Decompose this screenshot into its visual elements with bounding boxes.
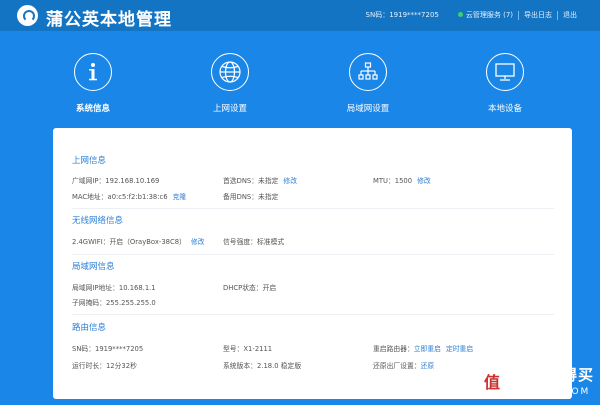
section-divider — [72, 254, 554, 255]
mac-row: MAC地址：a0:c5:f2:b1:38:c6 克隆 — [72, 191, 186, 201]
restart-now-link[interactable]: 立即重启 — [414, 345, 441, 353]
system-info-panel: 上网信息 广域网IP：192.168.10.169 首选DNS：未指定 修改 MT… — [53, 128, 572, 399]
mac-value: MAC地址：a0:c5:f2:b1:38:c6 — [72, 193, 168, 201]
wifi-edit-link[interactable]: 修改 — [191, 238, 205, 246]
cloud-service-link[interactable]: 云管理服务 (7) — [453, 10, 518, 20]
section-title-lan: 局域网信息 — [72, 262, 115, 272]
uptime-value: 运行时长：12分32秒 — [72, 362, 137, 370]
signal-strength-value: 信号强度：标准模式 — [223, 238, 285, 246]
dns-primary-edit-link[interactable]: 修改 — [283, 177, 297, 185]
watermark: 值 什么值得买 SMZDM.COM — [475, 364, 594, 397]
wifi-row: 2.4GWIFI：开启（OrayBox-38C8） 修改 — [72, 236, 204, 246]
nav-label: 上网设置 — [212, 104, 247, 114]
dns-primary-value: 首选DNS：未指定 — [223, 177, 279, 185]
export-log-link[interactable]: 导出日志 — [519, 10, 557, 20]
section-divider — [72, 314, 554, 315]
mac-clone-link[interactable]: 克隆 — [173, 193, 187, 201]
watermark-text-cn: 什么值得买 — [513, 366, 594, 384]
factory-reset-label: 还原出厂设置： — [373, 362, 421, 370]
section-title-router: 路由信息 — [72, 323, 107, 333]
dns-backup-value: 备用DNS：未指定 — [223, 193, 279, 201]
app-logo — [17, 5, 38, 26]
network-tree-icon — [349, 53, 387, 91]
mtu-value: MTU：1500 — [373, 177, 413, 185]
section-title-internet: 上网信息 — [72, 156, 107, 166]
section-divider — [72, 208, 554, 209]
wan-ip-value: 广域网IP：192.168.10.169 — [72, 177, 160, 185]
cloud-service-label: 云管理服务 (7) — [465, 11, 513, 19]
nav-label: 局域网设置 — [346, 104, 390, 114]
monitor-icon — [486, 53, 524, 91]
router-sn-value: SN码：1919****7205 — [72, 345, 144, 353]
nav-item-local-devices[interactable]: 本地设备 — [465, 53, 545, 114]
header-actions: SN码：1919****7205 云管理服务 (7) 导出日志 退出 — [366, 10, 582, 20]
top-bar: 蒲公英本地管理 SN码：1919****7205 云管理服务 (7) 导出日志 … — [0, 0, 600, 31]
restart-label: 重启路由器： — [373, 345, 414, 353]
watermark-text: 什么值得买 SMZDM.COM — [514, 364, 594, 397]
wifi-value: 2.4GWIFI：开启（OrayBox-38C8） — [72, 238, 186, 246]
dns-primary-row: 首选DNS：未指定 修改 — [223, 175, 297, 185]
mtu-edit-link[interactable]: 修改 — [417, 177, 431, 185]
nav-item-system-info[interactable]: 系统信息 — [53, 53, 133, 150]
watermark-badge-icon: 值 — [475, 364, 508, 397]
app-title: 蒲公英本地管理 — [46, 10, 172, 30]
globe-icon — [211, 53, 249, 91]
nav-label: 本地设备 — [487, 104, 522, 114]
router-model-value: 型号：X1-2111 — [223, 345, 273, 353]
factory-reset-row: 还原出厂设置：还原 — [373, 360, 434, 370]
factory-reset-link[interactable]: 还原 — [421, 362, 435, 370]
status-dot-icon — [457, 12, 463, 17]
lan-ip-value: 局域网IP地址：10.168.1.1 — [72, 284, 156, 292]
dhcp-status-value: DHCP状态：开启 — [223, 284, 277, 292]
firmware-version-value: 系统版本：2.18.0 稳定版 — [223, 362, 302, 370]
main-nav: 系统信息 上网设置 局域网设置 本地设备 — [0, 31, 600, 150]
section-title-wireless: 无线网络信息 — [72, 216, 124, 226]
nav-item-internet-settings[interactable]: 上网设置 — [190, 53, 270, 114]
nav-item-lan-settings[interactable]: 局域网设置 — [328, 53, 408, 114]
header-sn: SN码：1919****7205 — [365, 11, 439, 19]
watermark-text-en: SMZDM.COM — [513, 387, 591, 397]
nav-label: 系统信息 — [75, 104, 110, 114]
restart-timer-link[interactable]: 定时重启 — [446, 345, 473, 353]
logout-link[interactable]: 退出 — [558, 10, 582, 20]
info-icon — [74, 53, 112, 91]
mtu-row: MTU：1500 修改 — [373, 175, 431, 185]
restart-row: 重启路由器：立即重启 定时重启 — [373, 343, 473, 353]
subnet-mask-value: 子网掩码：255.255.255.0 — [72, 299, 156, 307]
